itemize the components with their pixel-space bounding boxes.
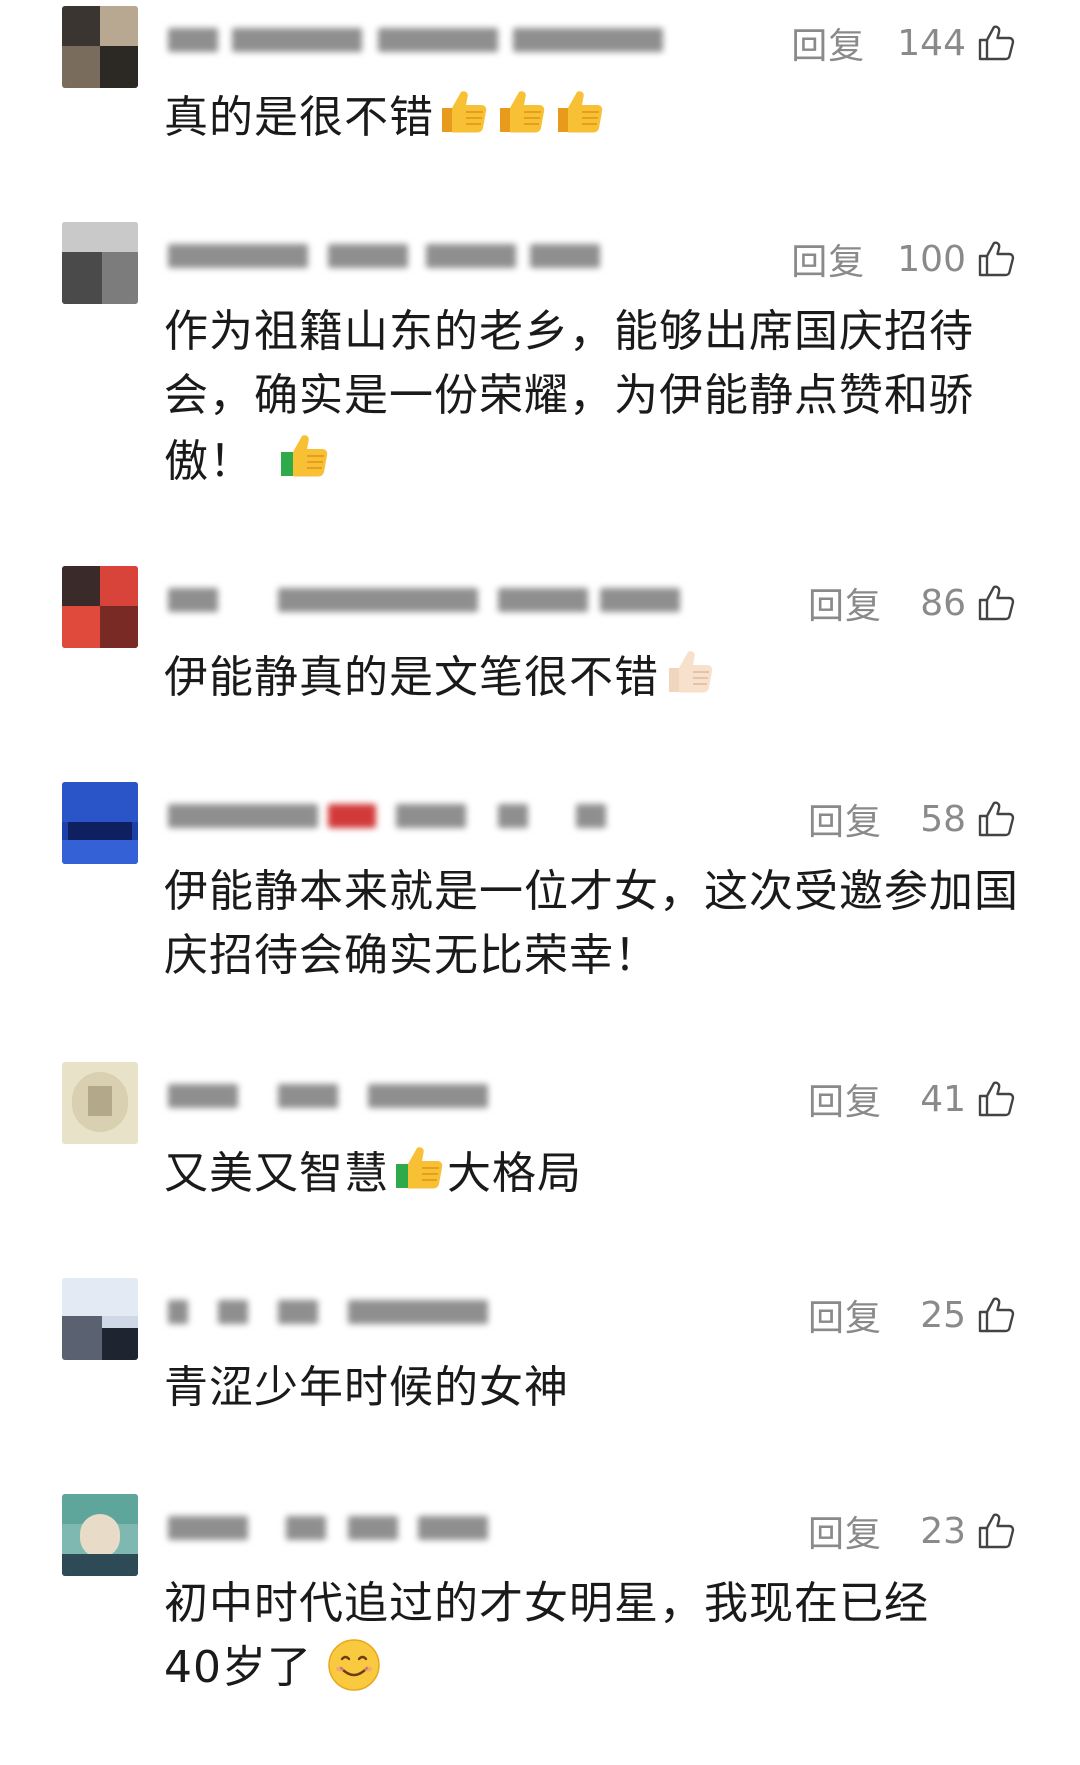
thumbs-up-green-cuff-emoji [276,428,332,484]
thumbs-up-outline-icon[interactable] [976,798,1018,840]
comment-text: 伊能静真的是文笔很不错 [164,644,1022,710]
avatar[interactable] [62,1494,138,1576]
username-blurred[interactable] [168,1074,728,1120]
username-blurred[interactable] [168,1506,728,1552]
smiling-face-emoji [327,1638,381,1692]
thumbs-up-outline-icon[interactable] [976,238,1018,280]
like-count: 23 [920,1510,966,1552]
avatar[interactable] [62,6,138,88]
thumbs-up-emoji [494,84,550,140]
like-count: 58 [920,798,966,840]
username-blurred[interactable] [168,1290,728,1336]
thumbs-up-outline-icon[interactable] [976,1294,1018,1336]
reply-button[interactable]: 回复 [791,17,865,69]
like-count: 144 [897,22,966,64]
reply-button[interactable]: 回复 [808,1505,882,1557]
comment-text-line2-text: 40岁了 [164,1642,312,1693]
comment-text: 作为祖籍山东的老乡，能够出席国庆招待会，确实是一份荣耀，为伊能静点赞和骄傲！ [164,300,1022,494]
comment-text: 初中时代追过的才女明星，我现在已经 40岁了 [164,1572,1022,1700]
reply-button[interactable]: 回复 [808,1073,882,1125]
thumbs-up-green-cuff-emoji [391,1140,447,1196]
comment-text-content: 青涩少年时候的女神 [164,1362,569,1413]
avatar[interactable] [62,1278,138,1360]
avatar[interactable] [62,566,138,648]
thumbs-up-outline-icon[interactable] [976,1510,1018,1552]
comment-text-line1: 初中时代追过的才女明星，我现在已经 [164,1578,929,1629]
avatar[interactable] [62,222,138,304]
comment-text: 真的是很不错 [164,84,1022,150]
like-count: 100 [897,238,966,280]
comment-text-content: 真的是很不错 [164,92,434,143]
username-blurred[interactable] [168,234,728,280]
comment-text-content: 伊能静本来就是一位才女，这次受邀参加国庆招待会确实无比荣幸！ [164,866,1019,981]
reply-button[interactable]: 回复 [808,577,882,629]
comment-text-after: 大格局 [447,1148,582,1199]
comment-text: 伊能静本来就是一位才女，这次受邀参加国庆招待会确实无比荣幸！ [164,860,1022,988]
like-count: 41 [920,1078,966,1120]
username-blurred[interactable] [168,18,728,64]
thumbs-up-outline-icon[interactable] [976,1078,1018,1120]
comment-text: 又美又智慧 大格局 [164,1140,1022,1206]
comment-list: 回复 144 真的是很不错 回复 100 作为祖籍山东的老乡，能够出席国庆招待会… [0,0,1080,1765]
avatar[interactable] [62,782,138,864]
reply-button[interactable]: 回复 [808,793,882,845]
username-blurred[interactable] [168,578,728,624]
reply-button[interactable]: 回复 [791,233,865,285]
comment-text-before: 又美又智慧 [164,1148,389,1199]
username-blurred[interactable] [168,794,728,840]
comment-text-line2: 40岁了 [164,1636,1022,1700]
thumbs-up-light-skin-emoji [661,644,717,700]
thumbs-up-outline-icon[interactable] [976,22,1018,64]
like-count: 25 [920,1294,966,1336]
like-count: 86 [920,582,966,624]
comment-text-content: 伊能静真的是文笔很不错 [164,652,659,703]
reply-button[interactable]: 回复 [808,1289,882,1341]
thumbs-up-emoji [552,84,608,140]
thumbs-up-emoji [436,84,492,140]
comment-text: 青涩少年时候的女神 [164,1356,1022,1420]
thumbs-up-outline-icon[interactable] [976,582,1018,624]
avatar[interactable] [62,1062,138,1144]
